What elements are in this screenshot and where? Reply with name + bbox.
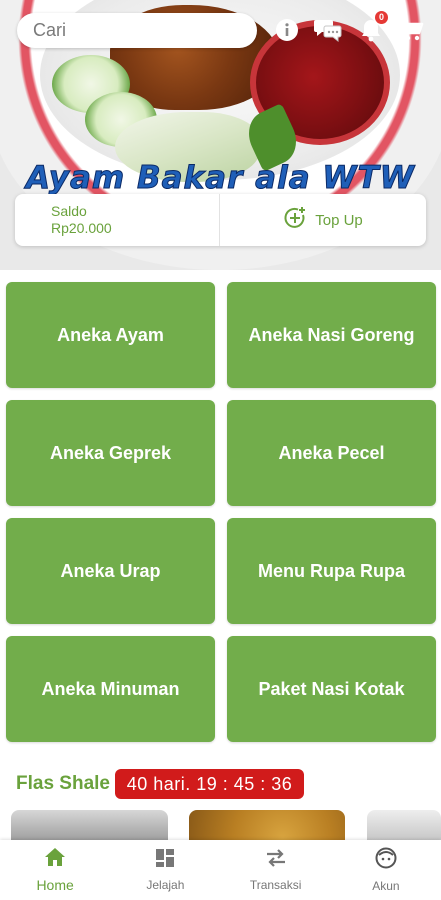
category-aneka-pecel[interactable]: Aneka Pecel — [227, 400, 436, 506]
info-icon[interactable] — [272, 15, 302, 45]
flash-sale-section: Flas Shale 40 hari. 19 : 45 : 36 — [0, 765, 441, 850]
nav-akun[interactable]: Akun — [331, 840, 441, 900]
category-aneka-ayam[interactable]: Aneka Ayam — [6, 282, 215, 388]
top-up-button[interactable]: Top Up — [220, 194, 426, 246]
nav-akun-label: Akun — [372, 879, 400, 893]
flash-sale-title: Flas Shale — [16, 773, 110, 794]
category-grid: Aneka Ayam Aneka Nasi Goreng Aneka Gepre… — [0, 270, 441, 765]
category-aneka-nasi-goreng[interactable]: Aneka Nasi Goreng — [227, 282, 436, 388]
flash-sale-countdown: 40 hari. 19 : 45 : 36 — [115, 769, 304, 799]
search-bar[interactable] — [17, 13, 257, 48]
category-aneka-minuman[interactable]: Aneka Minuman — [6, 636, 215, 742]
app-screen: Ayam Bakar ala WTW 0 Saldo Rp20.000 Top … — [0, 0, 441, 900]
nav-home[interactable]: Home — [0, 840, 110, 900]
swap-arrows-icon — [265, 848, 287, 873]
notification-badge: 0 — [375, 11, 388, 24]
cart-icon[interactable] — [396, 15, 426, 45]
nav-home-label: Home — [36, 877, 74, 893]
category-paket-nasi-kotak[interactable]: Paket Nasi Kotak — [227, 636, 436, 742]
saldo-info[interactable]: Saldo Rp20.000 — [15, 194, 220, 246]
grid-icon — [155, 848, 175, 873]
saldo-card: Saldo Rp20.000 Top Up — [15, 194, 426, 246]
saldo-label: Saldo — [51, 203, 87, 219]
bell-icon[interactable]: 0 — [356, 11, 388, 45]
nav-transaksi[interactable]: Transaksi — [221, 840, 331, 900]
category-aneka-urap[interactable]: Aneka Urap — [6, 518, 215, 624]
plus-circle-icon — [283, 206, 307, 234]
banner-title: Ayam Bakar ala WTW — [26, 160, 415, 197]
home-icon — [44, 847, 66, 872]
nav-jelajah[interactable]: Jelajah — [110, 840, 220, 900]
top-up-label: Top Up — [315, 211, 363, 229]
saldo-value: Rp20.000 — [51, 220, 112, 236]
nav-transaksi-label: Transaksi — [249, 878, 302, 892]
bottom-navigation: Home Jelajah Transaksi Akun — [0, 840, 441, 900]
nav-jelajah-label: Jelajah — [146, 878, 185, 892]
account-face-icon — [375, 847, 397, 874]
chat-icon[interactable] — [313, 15, 343, 45]
category-menu-rupa-rupa[interactable]: Menu Rupa Rupa — [227, 518, 436, 624]
search-input[interactable] — [33, 20, 233, 41]
category-aneka-geprek[interactable]: Aneka Geprek — [6, 400, 215, 506]
